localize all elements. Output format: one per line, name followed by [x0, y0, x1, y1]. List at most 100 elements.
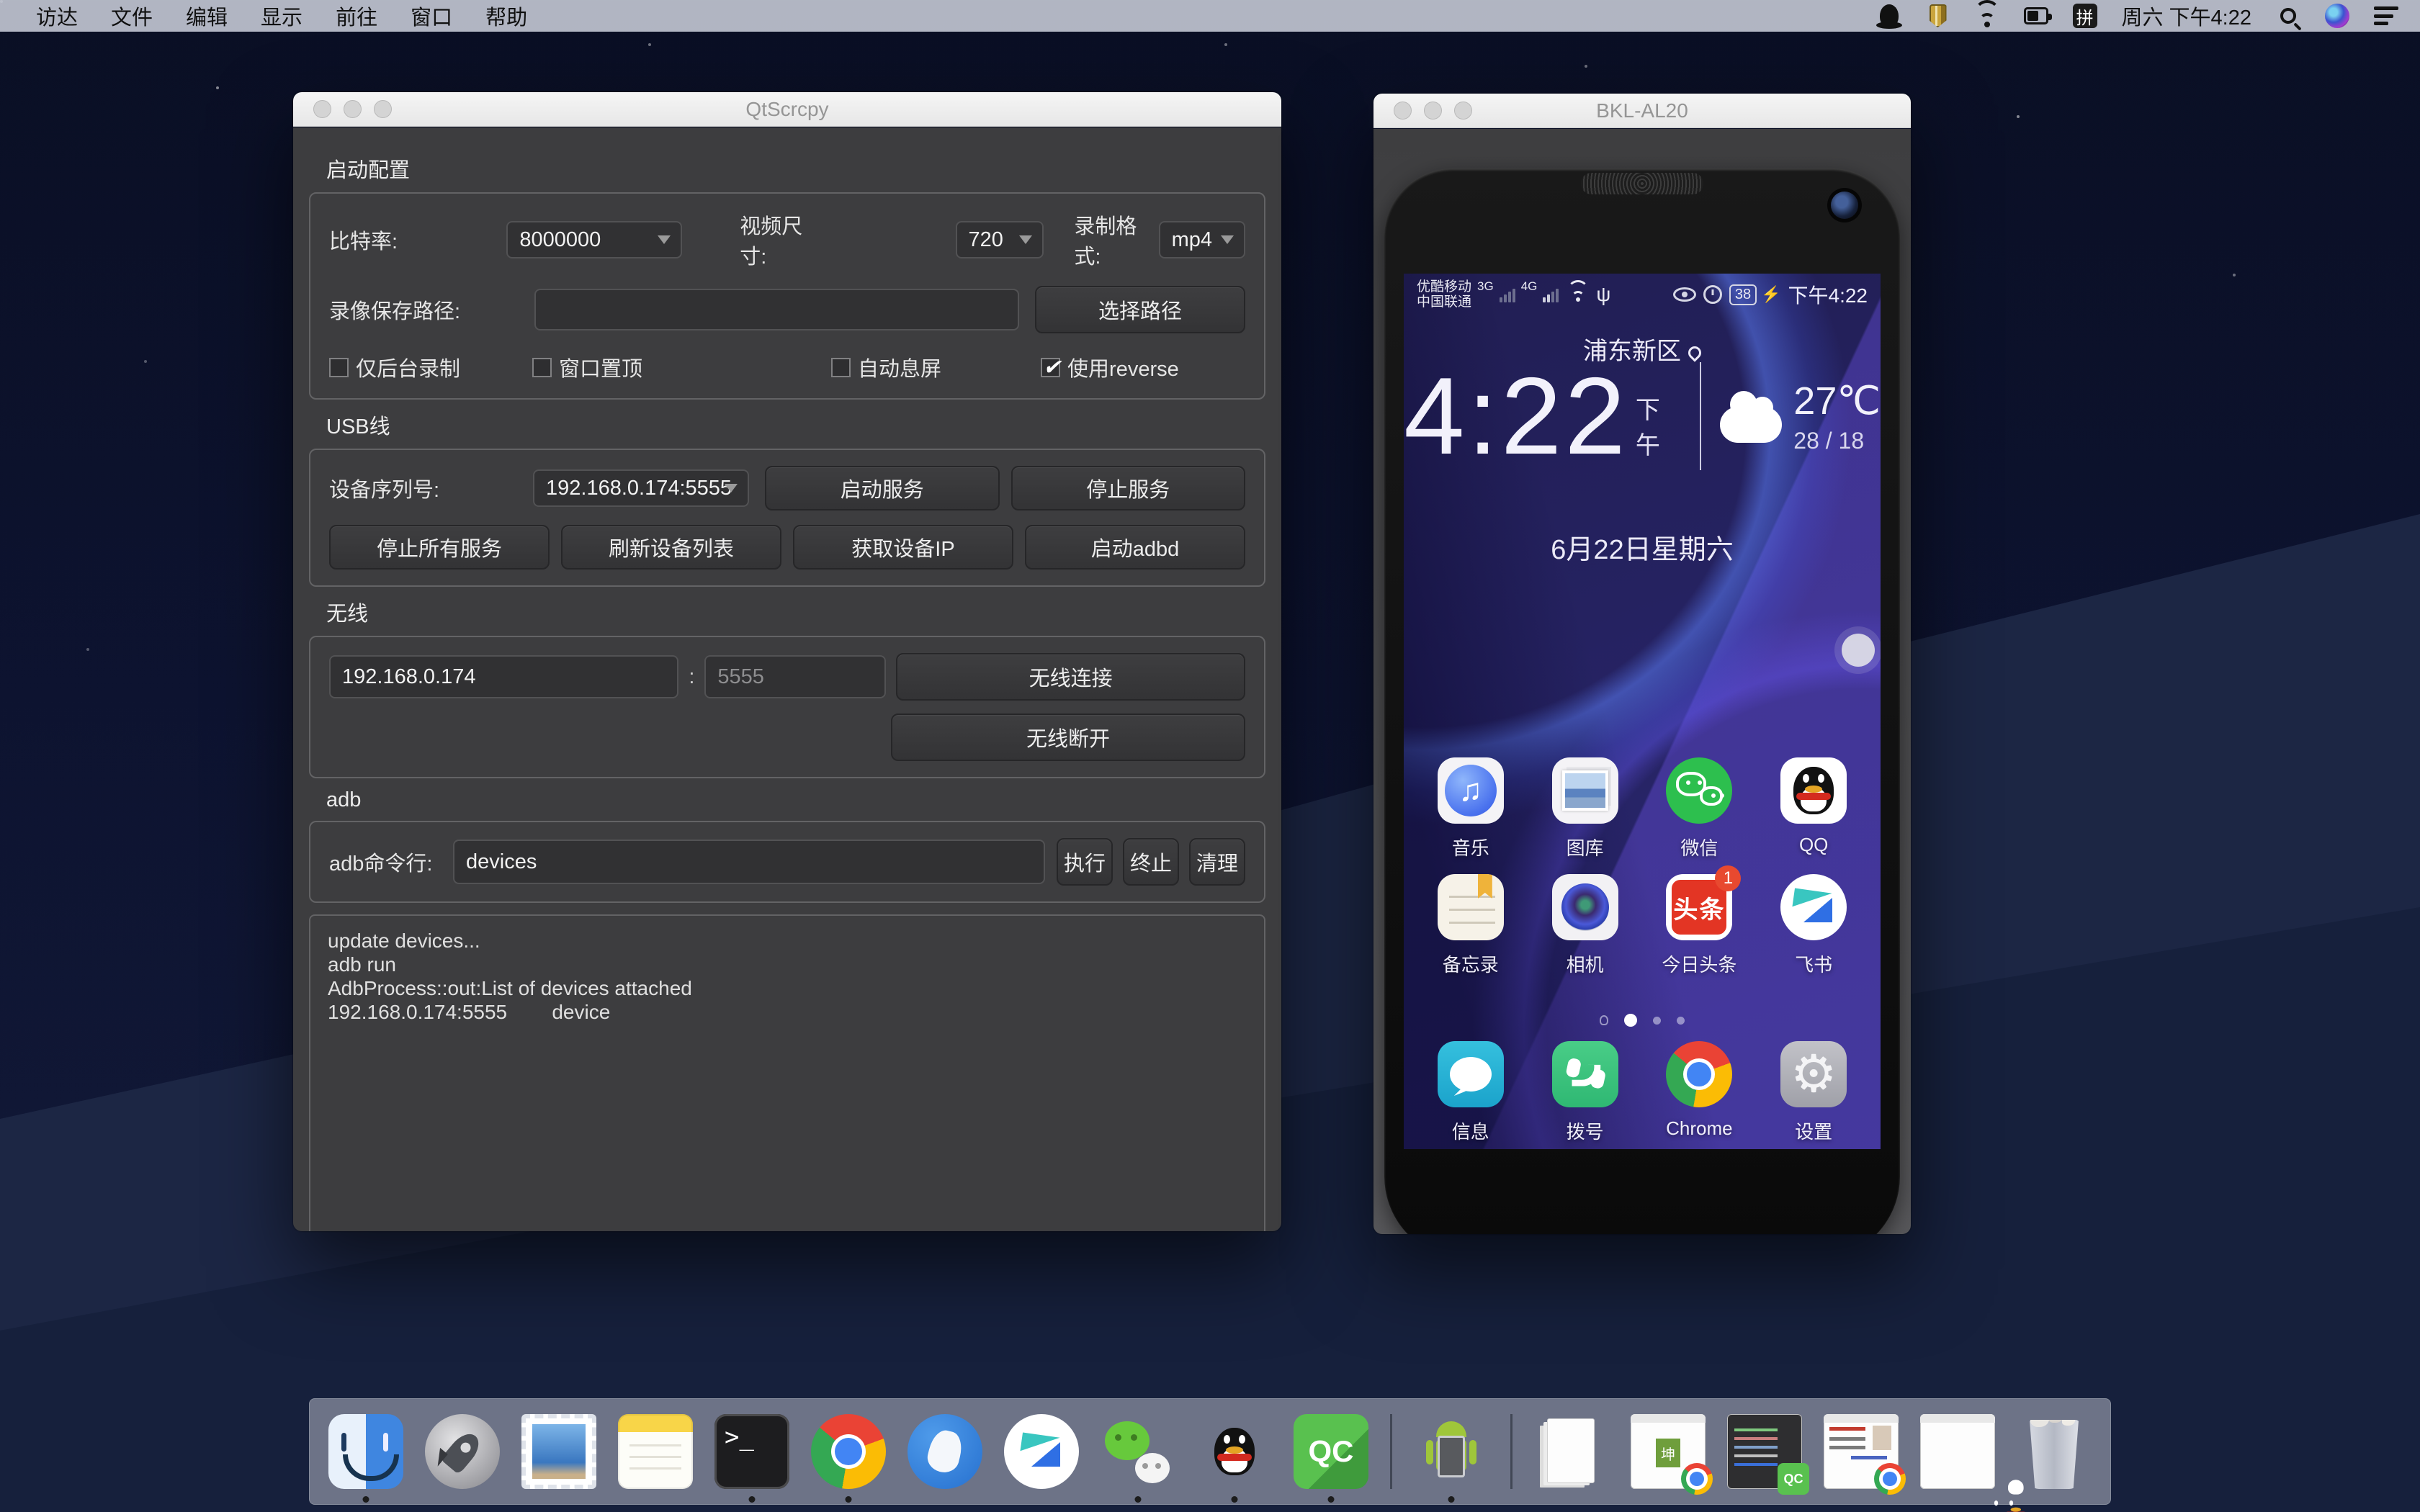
battery-icon[interactable] — [2024, 4, 2048, 28]
page-dot[interactable] — [1600, 1015, 1608, 1025]
device-serial-combobox[interactable]: 192.168.0.174:5555 — [533, 469, 749, 507]
notes-app-icon[interactable] — [1438, 874, 1504, 940]
start-adbd-button[interactable]: 启动adbd — [1025, 525, 1245, 570]
camera-app-icon[interactable] — [1552, 874, 1618, 940]
menu-help[interactable]: 帮助 — [485, 1, 527, 31]
dialer-app-icon[interactable] — [1552, 1041, 1618, 1107]
stop-service-button[interactable]: 停止服务 — [1011, 466, 1246, 510]
phone-window-titlebar[interactable]: BKL-AL20 — [1373, 94, 1911, 128]
start-service-button[interactable]: 启动服务 — [765, 466, 1000, 510]
feishu-app-icon[interactable] — [1780, 874, 1847, 940]
finder-icon[interactable] — [328, 1414, 403, 1489]
record-path-input[interactable] — [534, 289, 1019, 330]
gallery-app-icon[interactable] — [1552, 757, 1618, 824]
dock-finder[interactable] — [328, 1405, 403, 1498]
record-format-combobox[interactable]: mp4 — [1159, 221, 1245, 258]
toutiao-app-icon[interactable]: 头条 1 — [1666, 874, 1732, 940]
menu-edit[interactable]: 编辑 — [186, 1, 228, 31]
dock-wechat[interactable] — [1101, 1405, 1175, 1498]
menu-go[interactable]: 前往 — [336, 1, 377, 31]
video-size-combobox[interactable]: 720 — [956, 221, 1044, 258]
assistive-touch-ball[interactable] — [1842, 634, 1875, 667]
wifi-icon[interactable] — [1975, 4, 1999, 28]
wireless-connect-button[interactable]: 无线连接 — [896, 653, 1245, 701]
checkbox-checked-icon[interactable] — [1041, 358, 1060, 377]
chrome-app-icon[interactable] — [1666, 1041, 1732, 1107]
menu-view[interactable]: 显示 — [261, 1, 302, 31]
trash-full-icon[interactable] — [2017, 1414, 2092, 1489]
android-robot-icon[interactable] — [1414, 1414, 1489, 1489]
qq-icon[interactable] — [1197, 1414, 1272, 1489]
wechat-icon[interactable] — [1101, 1414, 1175, 1489]
launchpad-icon[interactable] — [425, 1414, 500, 1489]
dock-chrome[interactable] — [811, 1405, 886, 1498]
dock-minimized-qq-window[interactable] — [1920, 1405, 1995, 1498]
documents-stack-icon[interactable] — [1534, 1414, 1609, 1489]
qq-app-icon[interactable] — [1780, 757, 1847, 824]
checkbox-auto-screen-off[interactable]: 自动息屏 — [831, 352, 941, 382]
app-gallery[interactable]: 图库 — [1535, 757, 1636, 860]
menu-finder[interactable]: 访达 — [36, 1, 78, 31]
dock-documents-stack[interactable] — [1534, 1405, 1609, 1498]
qtscrcpy-titlebar[interactable]: QtScrcpy — [293, 92, 1281, 127]
adb-kill-button[interactable]: 终止 — [1123, 838, 1179, 886]
app-toutiao[interactable]: 头条 1 今日头条 — [1649, 874, 1749, 977]
page-dot-active[interactable] — [1624, 1014, 1637, 1027]
dock-qq[interactable] — [1197, 1405, 1272, 1498]
checkbox-use-reverse[interactable]: 使用reverse — [1041, 352, 1179, 382]
qtcreator-icon[interactable]: QC — [1294, 1414, 1368, 1489]
notification-center-icon[interactable] — [2374, 4, 2398, 28]
close-button[interactable] — [1394, 102, 1412, 120]
mail-icon[interactable] — [521, 1414, 596, 1489]
checkbox-icon[interactable] — [329, 358, 349, 377]
checkbox-icon[interactable] — [831, 358, 851, 377]
antivirus-shield-icon[interactable] — [1926, 4, 1950, 28]
phone-screen[interactable]: 优酷移动 中国联通 3G 4G ψ 38 ⚡ 下午4:22 — [1404, 274, 1881, 1149]
page-dot[interactable] — [1677, 1017, 1685, 1025]
checkbox-background-record[interactable]: 仅后台录制 — [329, 352, 460, 382]
dock-seal-app[interactable] — [908, 1405, 982, 1498]
get-device-ip-button[interactable]: 获取设备IP — [793, 525, 1013, 570]
refresh-device-list-button[interactable]: 刷新设备列表 — [561, 525, 781, 570]
stop-all-services-button[interactable]: 停止所有服务 — [329, 525, 550, 570]
music-app-icon[interactable]: ♫ — [1438, 757, 1504, 824]
adb-run-button[interactable]: 执行 — [1057, 838, 1113, 886]
checkbox-icon[interactable] — [532, 358, 552, 377]
zoom-button[interactable] — [1454, 102, 1472, 120]
dock-mail[interactable] — [521, 1405, 596, 1498]
dock-feishu[interactable] — [1004, 1405, 1079, 1498]
app-dialer[interactable]: 拨号 — [1535, 1041, 1636, 1144]
dock-qtcreator[interactable]: QC — [1294, 1405, 1368, 1498]
page-dot[interactable] — [1653, 1017, 1661, 1025]
app-qq[interactable]: QQ — [1763, 757, 1864, 860]
menu-file[interactable]: 文件 — [111, 1, 153, 31]
input-method-icon[interactable]: 拼 — [2073, 4, 2097, 28]
menu-window[interactable]: 窗口 — [411, 1, 452, 31]
dock-qtscrcpy[interactable] — [1414, 1405, 1489, 1498]
dock-launchpad[interactable] — [425, 1405, 500, 1498]
wechat-app-icon[interactable] — [1666, 757, 1732, 824]
adb-clear-button[interactable]: 清理 — [1189, 838, 1245, 886]
dock-trash[interactable] — [2017, 1405, 2092, 1498]
app-feishu[interactable]: 飞书 — [1763, 874, 1864, 977]
close-button[interactable] — [313, 100, 331, 118]
dock-minimized-chrome-window-2[interactable] — [1824, 1405, 1899, 1498]
minimized-window-icon[interactable] — [1824, 1414, 1899, 1489]
clock-widget[interactable]: 4:22 下午 27℃ 28 / 18 — [1404, 361, 1881, 471]
app-settings[interactable]: ⚙ 设置 — [1763, 1041, 1864, 1144]
choose-path-button[interactable]: 选择路径 — [1035, 286, 1245, 333]
chrome-icon[interactable] — [811, 1414, 886, 1489]
qq-status-icon[interactable] — [1877, 4, 1901, 28]
app-wechat[interactable]: 微信 — [1649, 757, 1749, 860]
minimized-window-icon[interactable] — [1920, 1414, 1995, 1489]
settings-app-icon[interactable]: ⚙ — [1780, 1041, 1847, 1107]
dock-terminal[interactable]: >_ — [714, 1405, 789, 1498]
zoom-button[interactable] — [374, 100, 392, 118]
app-messages[interactable]: 信息 — [1420, 1041, 1521, 1144]
adb-log-output[interactable]: update devices... adb run AdbProcess::ou… — [309, 914, 1265, 1231]
dock-minimized-qtcreator-window[interactable]: QC — [1727, 1405, 1802, 1498]
minimized-window-icon[interactable]: 坤 — [1631, 1414, 1706, 1489]
weather-widget[interactable]: 27℃ 28 / 18 — [1720, 378, 1881, 454]
app-music[interactable]: ♫ 音乐 — [1420, 757, 1521, 860]
wireless-ip-input[interactable]: 192.168.0.174 — [329, 655, 678, 698]
